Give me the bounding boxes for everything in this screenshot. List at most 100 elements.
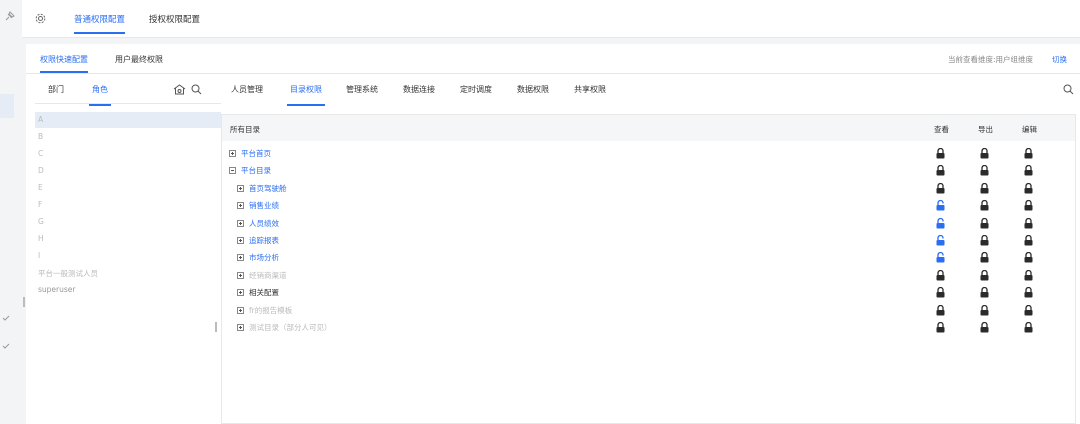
unlock-icon[interactable] (936, 252, 945, 263)
lock-icon[interactable] (980, 269, 989, 281)
panel-resize-handle[interactable] (215, 322, 217, 332)
lock-icon[interactable] (980, 235, 989, 246)
expand-icon[interactable] (237, 306, 244, 314)
expand-icon[interactable] (229, 150, 236, 157)
expand-icon[interactable] (237, 219, 244, 227)
role-list-item[interactable]: H (38, 234, 44, 243)
role-list-item[interactable]: B (38, 132, 43, 141)
expand-icon[interactable] (237, 271, 244, 279)
tree-row[interactable]: 平台目录 (229, 162, 271, 179)
tab-quick-config[interactable]: 权限快速配置 (40, 54, 88, 73)
role-list-item[interactable]: C (38, 149, 43, 158)
collapse-icon[interactable] (229, 167, 236, 175)
tab-normal-permission[interactable]: 普通权限配置 (74, 13, 126, 34)
tree-row-label[interactable]: 首页驾驶舱 (249, 183, 287, 194)
tab-data-permission[interactable]: 数据权限 (517, 84, 549, 95)
tree-row[interactable]: 相关配置 (237, 284, 279, 301)
expand-icon[interactable] (237, 237, 244, 244)
home-settings-icon[interactable] (173, 84, 186, 95)
tree-row[interactable]: 经销商渠道 (237, 267, 287, 284)
lock-icon[interactable] (1024, 235, 1033, 246)
tree-row[interactable]: 首页驾驶舱 (237, 180, 287, 197)
role-list-item[interactable]: 平台一般测试人员 (38, 268, 98, 279)
lock-icon[interactable] (1024, 252, 1033, 263)
tree-row[interactable]: 测试目录（部分人可见） (237, 319, 332, 336)
lock-icon[interactable] (1024, 304, 1033, 316)
unlock-icon[interactable] (936, 200, 945, 211)
expand-icon[interactable] (237, 184, 244, 192)
tree-row-label[interactable]: 测试目录（部分人可见） (249, 322, 332, 333)
permission-table: 所有目录 查看 导出 编辑 平台首页 平台目录 首页驾驶舱 销售业绩 人员绩效 追踪报表市… (221, 114, 1076, 424)
role-list-item[interactable]: superuser (38, 285, 75, 294)
lock-icon[interactable] (936, 287, 945, 298)
tab-directory-permission[interactable]: 目录权限 (287, 84, 325, 106)
tab-grant-permission[interactable]: 授权权限配置 (149, 13, 200, 25)
lock-icon[interactable] (980, 182, 989, 194)
role-list-item[interactable]: F (38, 200, 42, 209)
expand-icon[interactable] (237, 289, 244, 297)
switch-link[interactable]: 切换 (1052, 54, 1067, 65)
lock-icon[interactable] (1024, 148, 1033, 159)
role-list-item[interactable]: G (38, 217, 44, 226)
tree-row-label[interactable]: 经销商渠道 (249, 270, 287, 281)
lock-icon[interactable] (980, 165, 989, 176)
tree-row[interactable]: 市场分析 (237, 249, 279, 266)
role-list-item[interactable]: E (38, 183, 43, 192)
gear-icon[interactable] (35, 13, 46, 24)
tab-user-final-permission[interactable]: 用户最终权限 (115, 54, 163, 65)
tree-row-label[interactable]: 平台目录 (241, 165, 271, 176)
lock-icon[interactable] (936, 322, 945, 333)
lock-icon[interactable] (1024, 200, 1033, 211)
role-list-item[interactable]: A (38, 115, 43, 124)
tree-row[interactable]: 平台首页 (229, 145, 271, 162)
search-icon[interactable] (1063, 84, 1074, 95)
left-panel-resize-handle[interactable] (23, 297, 25, 307)
lock-icon[interactable] (936, 304, 945, 316)
tree-row[interactable]: 销售业绩 (237, 197, 279, 214)
search-icon[interactable] (191, 84, 202, 95)
lock-icon[interactable] (980, 217, 989, 229)
lock-icon[interactable] (1024, 322, 1033, 333)
expand-icon[interactable] (237, 254, 244, 262)
lock-icon[interactable] (980, 200, 989, 211)
pin-icon[interactable] (4, 11, 15, 22)
tree-row-label[interactable]: 人员绩效 (249, 218, 279, 229)
tree-row-label[interactable]: 市场分析 (249, 252, 279, 263)
lock-icon[interactable] (980, 252, 989, 263)
lock-icon[interactable] (980, 304, 989, 316)
tab-share-permission[interactable]: 共享权限 (574, 84, 606, 95)
expand-icon[interactable] (237, 202, 244, 210)
unlock-icon[interactable] (936, 235, 945, 246)
tab-personnel-management[interactable]: 人员管理 (231, 84, 263, 95)
lock-icon[interactable] (936, 148, 945, 159)
tree-row-label[interactable]: fr的报告模板 (249, 305, 292, 316)
tree-row-label[interactable]: 相关配置 (249, 287, 279, 298)
tree-row[interactable]: 人员绩效 (237, 215, 279, 232)
lock-icon[interactable] (980, 148, 989, 159)
tree-row[interactable]: fr的报告模板 (237, 302, 292, 319)
lock-icon[interactable] (980, 322, 989, 333)
tab-department[interactable]: 部门 (48, 84, 64, 95)
lock-icon[interactable] (1024, 165, 1033, 176)
tab-management-system[interactable]: 管理系统 (346, 84, 378, 95)
tree-row-label[interactable]: 平台首页 (241, 148, 271, 159)
tree-row[interactable]: 追踪报表 (237, 232, 279, 249)
tree-row-label[interactable]: 追踪报表 (249, 235, 279, 246)
lock-icon[interactable] (980, 287, 989, 298)
lock-icon[interactable] (1024, 182, 1033, 194)
role-list-item[interactable]: I (38, 251, 40, 260)
lock-icon[interactable] (936, 165, 945, 176)
tree-row-label[interactable]: 销售业绩 (249, 200, 279, 211)
lock-icon[interactable] (936, 182, 945, 194)
lock-icon[interactable] (1024, 217, 1033, 229)
tab-data-connection[interactable]: 数据连接 (403, 84, 435, 95)
role-list-item[interactable]: D (38, 166, 44, 175)
tab-scheduled-task[interactable]: 定时调度 (460, 84, 492, 95)
lock-icon[interactable] (936, 269, 945, 281)
lock-icon[interactable] (1024, 287, 1033, 298)
rail-selected-item[interactable] (0, 94, 14, 118)
unlock-icon[interactable] (936, 217, 945, 229)
expand-icon[interactable] (237, 324, 244, 331)
dimension-label: 当前查看维度:用户组维度 (948, 55, 1034, 64)
lock-icon[interactable] (1024, 269, 1033, 281)
